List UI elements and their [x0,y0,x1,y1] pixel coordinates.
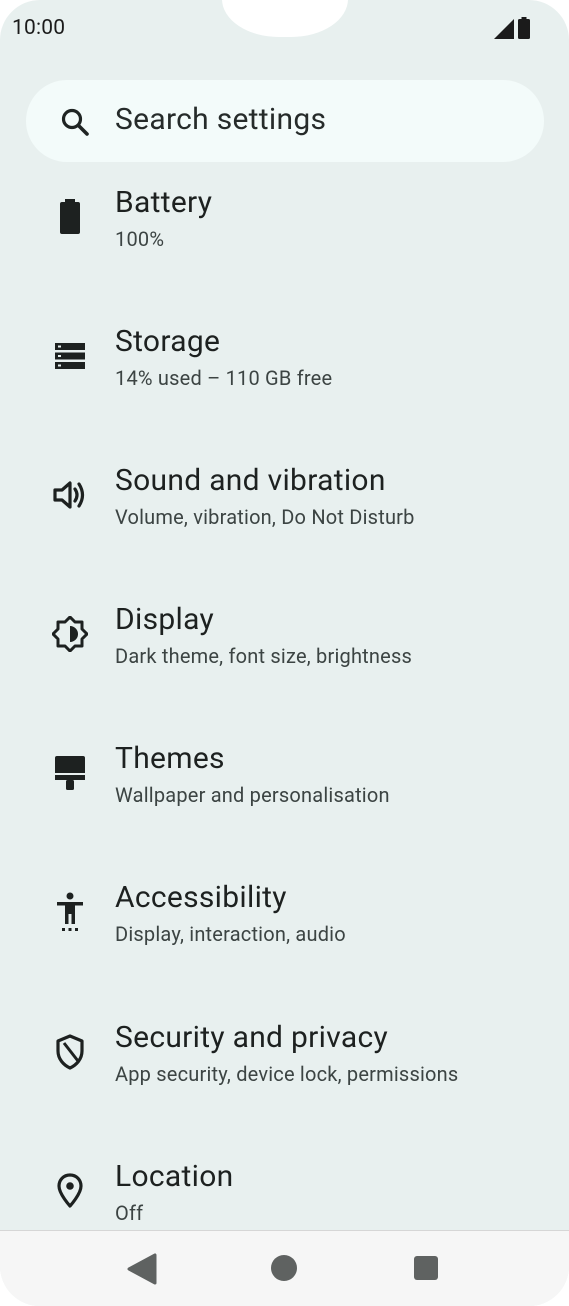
navigation-bar [0,1230,569,1306]
setting-display[interactable]: Display Dark theme, font size, brightnes… [0,599,569,719]
signal-icon [494,19,514,39]
setting-title: Themes [115,741,225,776]
setting-themes[interactable]: Themes Wallpaper and personalisation [0,738,569,858]
setting-title: Location [115,1159,234,1194]
search-icon [61,108,89,136]
recents-icon[interactable] [413,1255,439,1281]
setting-subtitle: Dark theme, font size, brightness [115,644,413,668]
setting-accessibility[interactable]: Accessibility Display, interaction, audi… [0,877,569,997]
setting-security[interactable]: Security and privacy App security, devic… [0,1017,569,1137]
setting-subtitle: Wallpaper and personalisation [115,783,390,807]
search-bar[interactable]: Search settings [26,80,544,162]
location-pin-icon [52,1173,88,1209]
setting-subtitle: Display, interaction, audio [115,922,346,946]
setting-subtitle: Volume, vibration, Do Not Disturb [115,505,415,529]
volume-icon [52,477,88,513]
setting-subtitle: Off [115,1201,144,1225]
setting-sound[interactable]: Sound and vibration Volume, vibration, D… [0,460,569,580]
back-icon[interactable] [127,1253,157,1285]
status-icons [494,17,530,39]
setting-title: Storage [115,324,221,359]
setting-title: Security and privacy [115,1020,388,1055]
brightness-icon [52,616,88,652]
setting-subtitle: 14% used – 110 GB free [115,366,333,390]
camera-notch [222,0,348,37]
status-time: 10:00 [12,16,66,40]
setting-title: Sound and vibration [115,463,386,498]
storage-icon [52,338,88,374]
battery-icon [518,17,530,39]
setting-subtitle: 100% [115,227,165,251]
setting-title: Accessibility [115,880,287,915]
battery-icon [52,199,88,235]
search-input[interactable]: Search settings [115,102,326,137]
setting-storage[interactable]: Storage 14% used – 110 GB free [0,321,569,441]
setting-battery[interactable]: Battery 100% [0,182,569,302]
setting-subtitle: App security, device lock, permissions [115,1062,459,1086]
settings-screen: 10:00 Search settings Battery 100% Stora… [0,0,569,1306]
accessibility-icon [52,892,88,931]
paint-roller-icon [52,755,88,791]
setting-title: Battery [115,185,213,220]
home-icon[interactable] [270,1254,298,1282]
setting-title: Display [115,602,214,637]
shield-icon [52,1034,88,1070]
